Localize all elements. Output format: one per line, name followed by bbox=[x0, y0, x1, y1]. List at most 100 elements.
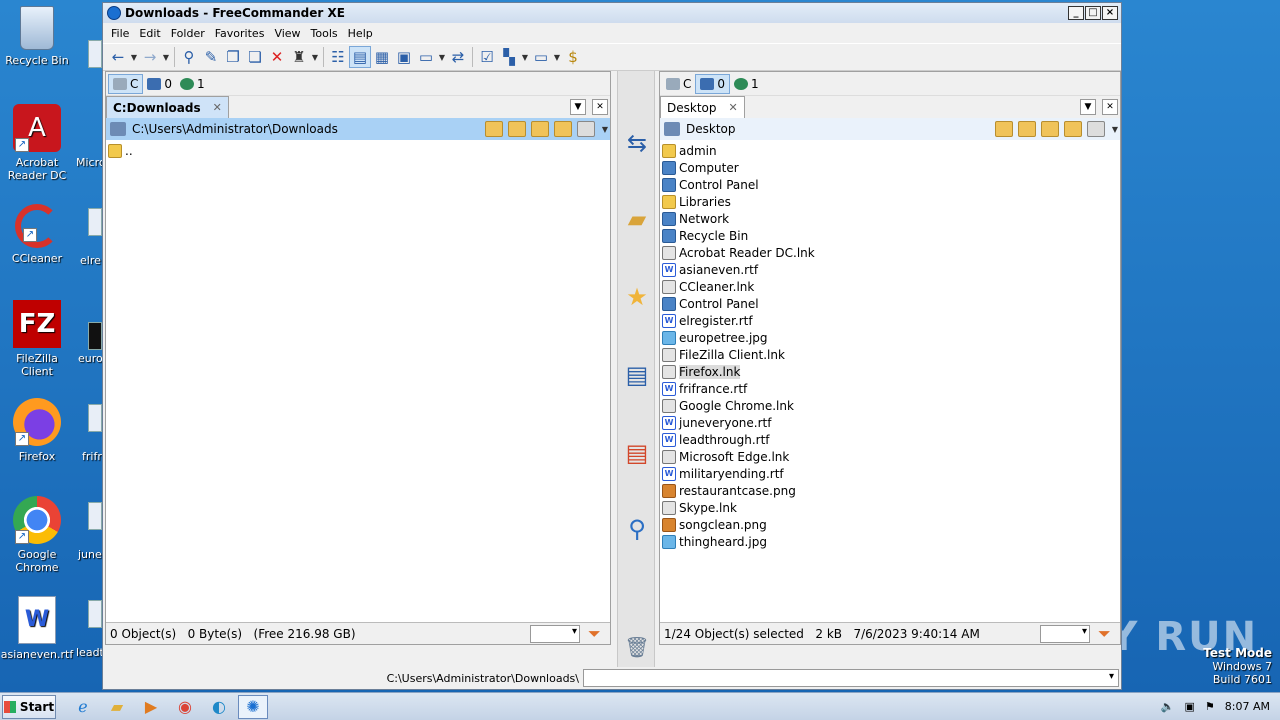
close-button[interactable]: × bbox=[1102, 6, 1118, 20]
explorer-icon[interactable]: ▰ bbox=[102, 695, 132, 719]
list-item[interactable]: Network bbox=[660, 210, 1120, 227]
flag-icon[interactable]: ⚑ bbox=[1205, 700, 1215, 713]
chevron-down-icon[interactable]: ▼ bbox=[570, 99, 586, 115]
chevron-down-icon[interactable]: ▼ bbox=[1080, 99, 1096, 115]
chevron-down-icon[interactable]: ▼ bbox=[1110, 125, 1120, 134]
move-file-icon[interactable]: ▤ bbox=[621, 437, 653, 469]
menu-folder[interactable]: Folder bbox=[166, 27, 210, 40]
panel-icon[interactable]: ▭ bbox=[530, 46, 552, 68]
copy-path-icon[interactable] bbox=[577, 121, 595, 137]
binoculars-icon[interactable]: ♜ bbox=[288, 46, 310, 68]
start-button[interactable]: Start bbox=[2, 694, 56, 719]
root-folder-icon[interactable] bbox=[554, 121, 572, 137]
chevron-down-icon[interactable]: ▼ bbox=[552, 53, 562, 62]
select-icon[interactable]: ☑ bbox=[476, 46, 498, 68]
parent-folder-icon[interactable] bbox=[1041, 121, 1059, 137]
list-item[interactable]: Recycle Bin bbox=[660, 227, 1120, 244]
list-item[interactable]: Acrobat Reader DC.lnk bbox=[660, 244, 1120, 261]
desktop-icon-ccleaner[interactable]: ↗ CCleaner bbox=[0, 204, 74, 265]
freecommander-taskbar-icon[interactable]: ✺ bbox=[238, 694, 268, 719]
menu-help[interactable]: Help bbox=[343, 27, 378, 40]
search-icon[interactable]: ⚲ bbox=[178, 46, 200, 68]
filter-icon[interactable]: ⏷ bbox=[1098, 624, 1116, 643]
ie-icon[interactable]: ℯ bbox=[68, 695, 98, 719]
favorites-icon[interactable] bbox=[1018, 121, 1036, 137]
menu-edit[interactable]: Edit bbox=[134, 27, 165, 40]
list-item[interactable]: restaurantcase.png bbox=[660, 482, 1120, 499]
drive-c-button[interactable]: C bbox=[108, 73, 144, 94]
filter-icon[interactable]: ⏷ bbox=[588, 624, 606, 643]
script-icon[interactable]: $ bbox=[562, 46, 584, 68]
desktop-icon-filezilla[interactable]: FZ FileZilla Client bbox=[0, 300, 74, 378]
copy-icon[interactable]: ❐ bbox=[222, 46, 244, 68]
title-bar[interactable]: Downloads - FreeCommander XE _ □ × bbox=[103, 3, 1121, 23]
move-icon[interactable]: ❏ bbox=[244, 46, 266, 68]
desktop-icon-chrome[interactable]: ↗ Google Chrome bbox=[0, 496, 74, 574]
close-icon[interactable]: ✕ bbox=[729, 101, 738, 114]
forward-icon[interactable]: → bbox=[139, 46, 161, 68]
minimize-button[interactable]: _ bbox=[1068, 6, 1084, 20]
volume-icon[interactable]: 🔈 bbox=[1161, 700, 1175, 713]
menu-tools[interactable]: Tools bbox=[306, 27, 343, 40]
list-item[interactable]: thingheard.jpg bbox=[660, 533, 1120, 550]
copy-to-other-panel-icon[interactable]: ⇆ bbox=[621, 127, 653, 159]
list-item[interactable]: Wmilitaryending.rtf bbox=[660, 465, 1120, 482]
list-item[interactable]: Microsoft Edge.lnk bbox=[660, 448, 1120, 465]
desktop-icon-asianeven[interactable]: W asianeven.rtf bbox=[0, 596, 74, 661]
desktop-icon-firefox[interactable]: ↗ Firefox bbox=[0, 398, 74, 463]
list-item[interactable]: europetree.jpg bbox=[660, 329, 1120, 346]
history-icon[interactable] bbox=[485, 121, 503, 137]
edge-icon[interactable]: ◐ bbox=[204, 695, 234, 719]
list-view-icon[interactable]: ▦ bbox=[371, 46, 393, 68]
close-icon[interactable]: ✕ bbox=[1102, 99, 1118, 115]
list-item[interactable]: Skype.lnk bbox=[660, 499, 1120, 516]
close-icon[interactable]: ✕ bbox=[592, 99, 608, 115]
desktop-icon-acrobat[interactable]: A ↗ Acrobat Reader DC bbox=[0, 104, 74, 182]
drive-c-button[interactable]: C bbox=[662, 74, 695, 94]
list-item[interactable]: Libraries bbox=[660, 193, 1120, 210]
favorites-icon[interactable] bbox=[508, 121, 526, 137]
network-icon[interactable]: ▣ bbox=[1185, 700, 1195, 713]
media-player-icon[interactable]: ▶ bbox=[136, 695, 166, 719]
chevron-down-icon[interactable]: ▼ bbox=[129, 53, 139, 62]
path-bar[interactable]: C:\Users\Administrator\Downloads ▼ bbox=[106, 118, 610, 140]
list-item[interactable]: Firefox.lnk bbox=[660, 363, 1120, 380]
rename-icon[interactable]: ✎ bbox=[200, 46, 222, 68]
new-file-icon[interactable]: ▤ bbox=[621, 359, 653, 391]
compare-folders-icon[interactable]: ▰ bbox=[621, 203, 653, 235]
tab-desktop[interactable]: Desktop ✕ bbox=[660, 96, 745, 118]
history-icon[interactable] bbox=[995, 121, 1013, 137]
chevron-down-icon[interactable]: ▼ bbox=[310, 53, 320, 62]
list-item[interactable]: FileZilla Client.lnk bbox=[660, 346, 1120, 363]
chrome-icon[interactable]: ◉ bbox=[170, 695, 200, 719]
list-item[interactable]: Wjuneveryone.rtf bbox=[660, 414, 1120, 431]
chevron-down-icon[interactable]: ▼ bbox=[600, 125, 610, 134]
chevron-down-icon[interactable]: ▼ bbox=[520, 53, 530, 62]
menu-favorites[interactable]: Favorites bbox=[210, 27, 270, 40]
parent-folder-icon[interactable] bbox=[531, 121, 549, 137]
list-item[interactable]: Control Panel bbox=[660, 295, 1120, 312]
root-folder-icon[interactable] bbox=[1064, 121, 1082, 137]
search-icon[interactable]: ⚲ bbox=[621, 513, 653, 545]
layout-icon[interactable]: ▚ bbox=[498, 46, 520, 68]
copy-path-icon[interactable] bbox=[1087, 121, 1105, 137]
favorites-star-icon[interactable]: ★ bbox=[621, 281, 653, 313]
view-options-icon[interactable]: ▭ bbox=[415, 46, 437, 68]
chevron-down-icon[interactable]: ▼ bbox=[437, 53, 447, 62]
list-item[interactable]: Welregister.rtf bbox=[660, 312, 1120, 329]
sync-icon[interactable]: ⇄ bbox=[447, 46, 469, 68]
list-item[interactable]: Computer bbox=[660, 159, 1120, 176]
list-item[interactable]: Control Panel bbox=[660, 176, 1120, 193]
list-item[interactable]: Wasianeven.rtf bbox=[660, 261, 1120, 278]
drive-0-button[interactable]: 0 bbox=[695, 73, 731, 94]
list-item[interactable]: Wfrifrance.rtf bbox=[660, 380, 1120, 397]
list-item[interactable]: admin bbox=[660, 142, 1120, 159]
chevron-down-icon[interactable]: ▼ bbox=[161, 53, 171, 62]
drive-1-button[interactable]: 1 bbox=[176, 74, 209, 94]
menu-file[interactable]: File bbox=[106, 27, 134, 40]
path-bar[interactable]: Desktop ▼ bbox=[660, 118, 1120, 140]
command-line-input[interactable] bbox=[583, 669, 1119, 687]
back-icon[interactable]: ← bbox=[107, 46, 129, 68]
tab-downloads[interactable]: C:Downloads ✕ bbox=[106, 96, 229, 118]
details-view-icon[interactable]: ▤ bbox=[349, 46, 371, 68]
